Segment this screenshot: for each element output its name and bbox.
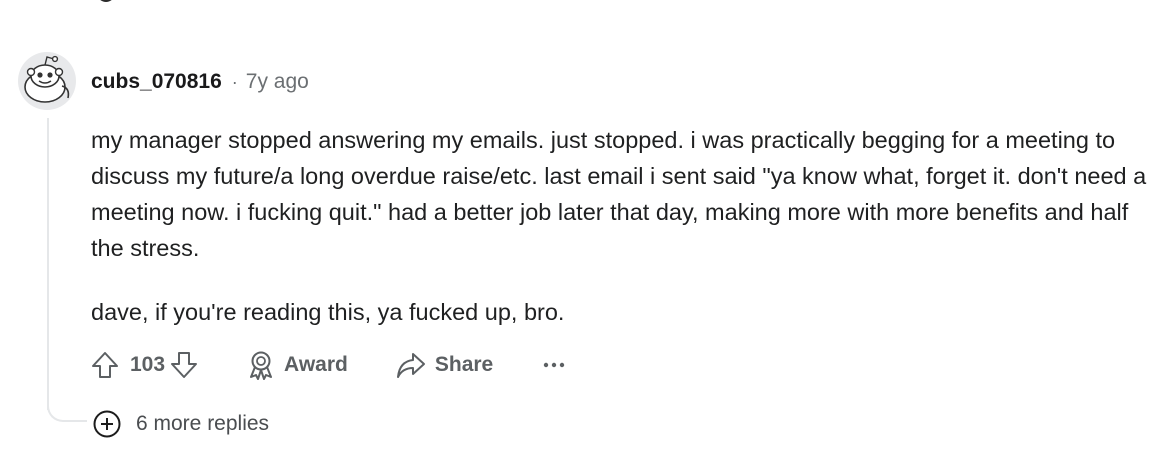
plus-circle-icon [92, 409, 122, 439]
award-ribbon-icon [247, 350, 275, 380]
comment-age[interactable]: 7y ago [246, 70, 309, 94]
user-avatar[interactable] [18, 52, 76, 110]
vote-count: 103 [130, 353, 166, 376]
comment-meta: cubs_070816 · 7y ago [91, 68, 309, 96]
share-button[interactable]: Share [396, 351, 493, 379]
thread-line[interactable] [47, 118, 49, 410]
comment-body: my manager stopped answering my emails. … [91, 122, 1151, 330]
more-options-button[interactable] [543, 361, 565, 369]
more-replies-label: 6 more replies [136, 412, 270, 435]
comment-paragraph: my manager stopped answering my emails. … [91, 127, 1147, 261]
share-arrow-icon [396, 351, 426, 379]
meta-separator: · [231, 71, 238, 92]
comment-paragraph: dave, if you're reading this, ya fucked … [91, 299, 565, 325]
thread-connector [47, 388, 87, 422]
ellipsis-icon [543, 361, 565, 369]
award-label: Award [284, 353, 348, 376]
comment-actions: 103 Award Share [90, 346, 565, 384]
share-label: Share [434, 353, 494, 376]
previous-comment-fragment [96, 0, 116, 4]
downvote-arrow-icon[interactable] [169, 350, 199, 380]
upvote-arrow-icon[interactable] [90, 350, 120, 380]
award-button[interactable]: Award [247, 350, 348, 380]
username-link[interactable]: cubs_070816 [91, 70, 222, 94]
snoo-avatar-icon [24, 55, 70, 103]
more-replies-button[interactable]: 6 more replies [92, 408, 269, 440]
